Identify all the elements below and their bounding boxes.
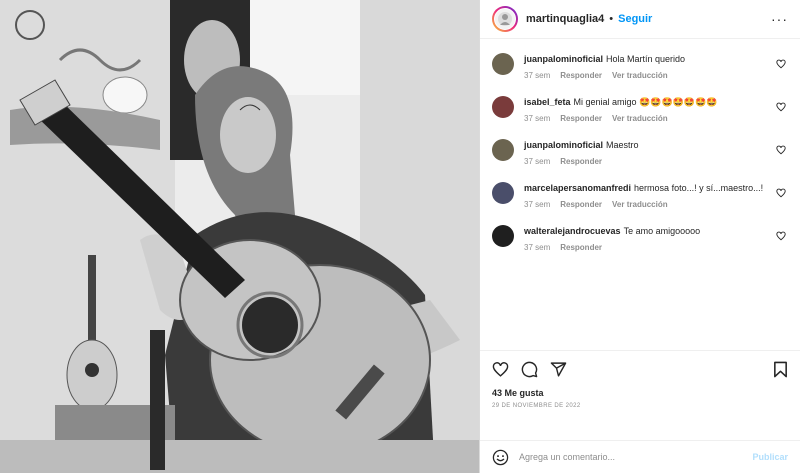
comment-icon[interactable] (521, 361, 538, 378)
commenter-username[interactable]: walteralejandrocuevas (524, 226, 621, 236)
reply-button[interactable]: Responder (560, 200, 602, 209)
share-icon[interactable] (550, 361, 567, 378)
comment-text: Te amo amigooooo (623, 226, 701, 236)
comment-text: Mi genial amigo 🤩🤩🤩🤩🤩🤩🤩 (573, 97, 718, 107)
comment-item: isabel_feta Mi genial amigo 🤩🤩🤩🤩🤩🤩🤩 37 se… (492, 88, 788, 131)
reply-button[interactable]: Responder (560, 243, 602, 252)
comments-list[interactable]: juanpalominoficial Hola Martín querido 37… (480, 39, 800, 350)
post-modal: martinquaglia4 • Seguir ··· juanpalomino… (0, 0, 800, 473)
commenter-username[interactable]: marcelapersanomanfredi (524, 183, 631, 193)
like-comment-icon[interactable] (776, 231, 788, 241)
post-side-panel: martinquaglia4 • Seguir ··· juanpalomino… (480, 0, 800, 473)
publish-button[interactable]: Publicar (752, 452, 788, 462)
post-header: martinquaglia4 • Seguir ··· (480, 0, 800, 39)
comment-time[interactable]: 37 sem (524, 200, 550, 209)
emoji-icon[interactable] (492, 449, 509, 466)
like-comment-icon[interactable] (776, 188, 788, 198)
comment-time[interactable]: 37 sem (524, 157, 550, 166)
commenter-username[interactable]: isabel_feta (524, 97, 571, 107)
photo-image (0, 0, 479, 473)
reply-button[interactable]: Responder (560, 157, 602, 166)
commenter-username[interactable]: juanpalominoficial (524, 140, 603, 150)
comment-item: marcelapersanomanfredi hermosa foto...! y… (492, 174, 788, 217)
comment-item: juanpalominoficial Hola Martín querido 37… (492, 45, 788, 88)
like-comment-icon[interactable] (776, 102, 788, 112)
avatar-face-icon (498, 12, 512, 26)
add-comment-bar: Publicar (480, 440, 800, 473)
follow-button[interactable]: Seguir (618, 13, 652, 25)
likes-count[interactable]: 43 Me gusta (492, 388, 788, 398)
like-comment-icon[interactable] (776, 145, 788, 155)
comment-text: Hola Martín querido (606, 54, 686, 64)
author-username[interactable]: martinquaglia4 (526, 13, 604, 25)
translate-button[interactable]: Ver traducción (612, 71, 668, 80)
comment-time[interactable]: 37 sem (524, 114, 550, 123)
comment-text: Maestro (606, 140, 639, 150)
commenter-avatar[interactable] (492, 225, 514, 247)
comment-time[interactable]: 37 sem (524, 71, 550, 80)
post-actions: 43 Me gusta 29 DE NOVIEMBRE DE 2022 (480, 350, 800, 440)
translate-button[interactable]: Ver traducción (612, 114, 668, 123)
comment-time[interactable]: 37 sem (524, 243, 550, 252)
header-separator: • (609, 13, 614, 25)
translate-button[interactable]: Ver traducción (612, 200, 668, 209)
more-options-icon[interactable]: ··· (771, 11, 788, 27)
author-avatar[interactable] (492, 6, 518, 32)
reply-button[interactable]: Responder (560, 114, 602, 123)
reply-button[interactable]: Responder (560, 71, 602, 80)
comment-input[interactable] (519, 452, 753, 462)
heart-icon[interactable] (492, 361, 509, 378)
commenter-username[interactable]: juanpalominoficial (524, 54, 603, 64)
comment-item: walteralejandrocuevas Te amo amigooooo 37… (492, 217, 788, 260)
post-photo[interactable] (0, 0, 480, 473)
commenter-avatar[interactable] (492, 139, 514, 161)
bookmark-icon[interactable] (773, 361, 788, 378)
comment-item: juanpalominoficial Maestro 37 sem Respond… (492, 131, 788, 174)
post-date[interactable]: 29 DE NOVIEMBRE DE 2022 (492, 403, 788, 409)
commenter-avatar[interactable] (492, 53, 514, 75)
comment-text: hermosa foto...! y sí...maestro...! (634, 183, 764, 193)
commenter-avatar[interactable] (492, 182, 514, 204)
commenter-avatar[interactable] (492, 96, 514, 118)
like-comment-icon[interactable] (776, 59, 788, 69)
